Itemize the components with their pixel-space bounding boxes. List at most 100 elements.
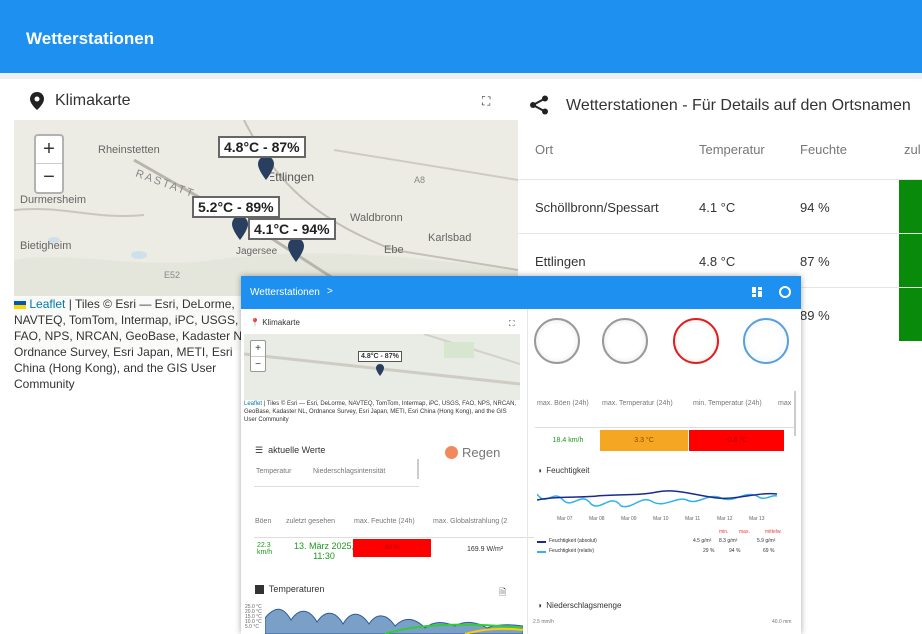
gauge-caption: min. Temperatur (24h) [693, 400, 762, 407]
stat-header: min. [719, 529, 729, 535]
gauge-caption: max. Temperatur (24h) [602, 400, 673, 407]
x-tick: Mar 13 [749, 516, 765, 522]
fullscreen-icon[interactable]: ⛶ [509, 319, 515, 329]
scrollbar[interactable] [794, 391, 796, 436]
max-temp-gauge [602, 318, 648, 364]
zoom-in-button[interactable]: + [36, 136, 62, 164]
divider [535, 427, 795, 428]
column-divider [527, 309, 528, 634]
map-marker-icon[interactable] [376, 364, 384, 376]
dashboard-icon[interactable] [752, 287, 762, 297]
column-header: Böen [255, 518, 272, 525]
leaflet-link[interactable]: Leaflet [29, 297, 65, 311]
marker-tooltip: 4.8°C - 87% [218, 136, 306, 158]
stat-header: mittelw. [765, 529, 782, 535]
place-label: Rheinstetten [98, 144, 160, 156]
attribution-text: | Tiles © Esri — Esri, DeLorme, NAVTEQ, … [14, 297, 253, 391]
map-marker-icon[interactable] [232, 216, 248, 240]
road-label: A8 [414, 175, 426, 185]
chart-icon [255, 585, 264, 595]
column-header-ort[interactable]: Ort [535, 142, 553, 157]
gauge-caption: max. Böen (24h) [537, 400, 589, 407]
last-seen-value: 13. März 2025, 11:30 [293, 541, 355, 561]
stat-avg: 69 % [763, 548, 775, 554]
min-temp-gauge [673, 318, 719, 364]
gauge-value: 18.4 km/h [552, 437, 584, 444]
x-tick: Mar 11 [685, 516, 701, 522]
flag-icon [14, 300, 26, 309]
temperature-axis-ticks: 25.0 °C 20.0 °C 15.0 °C 10.0 °C 5.0 °C [245, 605, 262, 630]
gusts-value: 22.3 km/h [257, 542, 273, 556]
stat-max: 8.3 g/m³ [719, 538, 738, 544]
gauge-value: -0.6 °C [689, 430, 784, 451]
station-name-link[interactable]: Schöllbronn/Spessart [535, 200, 659, 215]
rain-status-label: Regen [462, 445, 501, 460]
temperature-cell: 4.8 °C [699, 254, 736, 269]
marker-tooltip: 5.2°C - 89% [192, 196, 280, 218]
column-header: Niederschlagsintensität [313, 468, 386, 475]
precipitation-axis-right: 40.0 mm [772, 619, 792, 625]
column-header: max. Feuchte (24h) [354, 518, 415, 525]
zoom-out-button[interactable]: − [251, 357, 265, 372]
column-header-feuchte[interactable]: Feuchte [800, 142, 847, 157]
detail-zoom-control: + − [250, 340, 266, 372]
map-marker-icon[interactable] [258, 156, 274, 180]
humidity-chart [537, 490, 777, 508]
legend-label[interactable]: Feuchtigkeit (absolut) [549, 538, 597, 544]
zoom-out-button[interactable]: − [36, 164, 62, 192]
marker-tooltip: 4.1°C - 94% [248, 218, 336, 240]
table-row[interactable]: Schöllbronn/Spessart 4.1 °C 94 % [518, 179, 922, 233]
place-label: Waldbronn [350, 212, 403, 224]
rain-status-dot [445, 446, 458, 459]
detail-map-title: 📍 Klimakarte [250, 318, 300, 327]
legend-swatch [537, 541, 546, 543]
scrollbar[interactable] [417, 459, 419, 479]
zoom-control: + − [34, 134, 64, 194]
place-label: Ettlingen [270, 170, 314, 184]
x-tick: Mar 07 [557, 516, 573, 522]
legend-swatch [537, 551, 546, 553]
map-attribution: Leaflet | Tiles © Esri — Esri, DeLorme, … [14, 296, 264, 392]
clock-icon[interactable] [779, 286, 791, 298]
leaflet-link[interactable]: Leaflet [244, 401, 262, 407]
column-header-temperatur[interactable]: Temperatur [699, 142, 765, 157]
map-pin-icon [30, 92, 44, 110]
column-header: zuletzt gesehen [286, 518, 336, 525]
gauge-value: 3.3 °C [600, 430, 688, 451]
place-label: Jagersee [236, 246, 278, 257]
station-name-link[interactable]: Ettlingen [535, 254, 586, 269]
wind-direction-compass [743, 318, 789, 364]
station-detail-preview: Wetterstationen > 📍 Klimakarte ⛶ + − 4.8°… [241, 276, 801, 634]
humidity-cell: 94 % [800, 200, 830, 215]
humidity-cell: 89 % [800, 308, 830, 323]
breadcrumb-chevron: > [327, 286, 333, 297]
precipitation-title: ◑ Niederschlagsmenge [537, 601, 622, 610]
app-title: Wetterstationen [26, 29, 155, 48]
header-shadow [0, 73, 922, 79]
place-label: Ebe [384, 244, 404, 256]
max-humidity-value: 90 % [353, 539, 431, 557]
wind-gust-gauge [534, 318, 580, 364]
app-header: Wetterstationen [0, 0, 922, 73]
column-header: Temperatur [256, 468, 292, 475]
detail-header: Wetterstationen > [241, 276, 801, 309]
stat-min: 4.5 g/m³ [693, 538, 712, 544]
place-label: Bietigheim [20, 240, 72, 252]
map-marker-icon[interactable] [288, 238, 304, 262]
stat-max: 94 % [729, 548, 741, 554]
column-header-zuletzt[interactable]: zul [904, 142, 921, 157]
export-icon[interactable]: 🗎 [499, 585, 506, 601]
legend-label[interactable]: Feuchtigkeit (relativ) [549, 548, 594, 554]
temperatures-title: Temperaturen [255, 584, 324, 595]
temperature-cell: 4.1 °C [699, 200, 736, 215]
humidity-cell: 87 % [800, 254, 830, 269]
stat-avg: 5.9 g/m³ [757, 538, 776, 544]
divider [254, 537, 534, 538]
x-tick: Mar 10 [653, 516, 669, 522]
zoom-in-button[interactable]: + [251, 341, 265, 357]
stat-min: 29 % [703, 548, 715, 554]
column-header: max. Globalstrahlung (2 [433, 518, 508, 525]
detail-app-title[interactable]: Wetterstationen [250, 287, 320, 298]
fullscreen-icon[interactable]: ⛶ [482, 94, 490, 109]
detail-marker-tooltip: 4.8°C - 87% [358, 351, 402, 362]
